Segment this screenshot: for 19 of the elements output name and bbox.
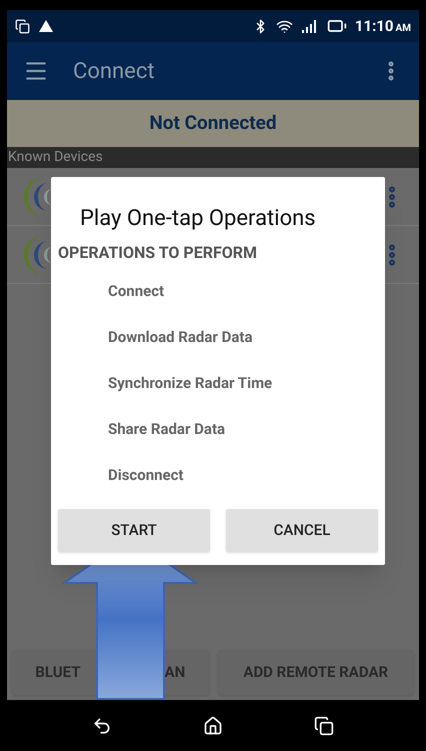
device-icon bbox=[15, 18, 30, 34]
dialog-subtitle: OPERATIONS TO PERFORM bbox=[58, 242, 258, 264]
triangle-logo-icon bbox=[38, 19, 54, 33]
dialog-title: Play One-tap Operations bbox=[80, 205, 317, 233]
clock: 11:10 AM bbox=[354, 16, 411, 37]
connection-status: Not Connected bbox=[149, 110, 277, 136]
back-icon[interactable] bbox=[92, 716, 112, 736]
dialog-button[interactable]: START bbox=[58, 509, 210, 552]
operation-item: Synchronize Radar Time bbox=[108, 373, 274, 394]
signal-icon bbox=[300, 19, 319, 33]
operation-item: Download Radar Data bbox=[108, 327, 254, 348]
home-icon[interactable] bbox=[202, 716, 223, 736]
operation-item: Share Radar Data bbox=[108, 419, 226, 440]
operation-item: Disconnect bbox=[108, 465, 185, 486]
operation-item: Connect bbox=[108, 281, 166, 302]
app-title: Connect bbox=[73, 58, 156, 86]
dialog-button[interactable]: CANCEL bbox=[226, 509, 378, 552]
section-title: Known Devices bbox=[8, 148, 103, 167]
recent-apps-icon[interactable] bbox=[314, 716, 334, 736]
